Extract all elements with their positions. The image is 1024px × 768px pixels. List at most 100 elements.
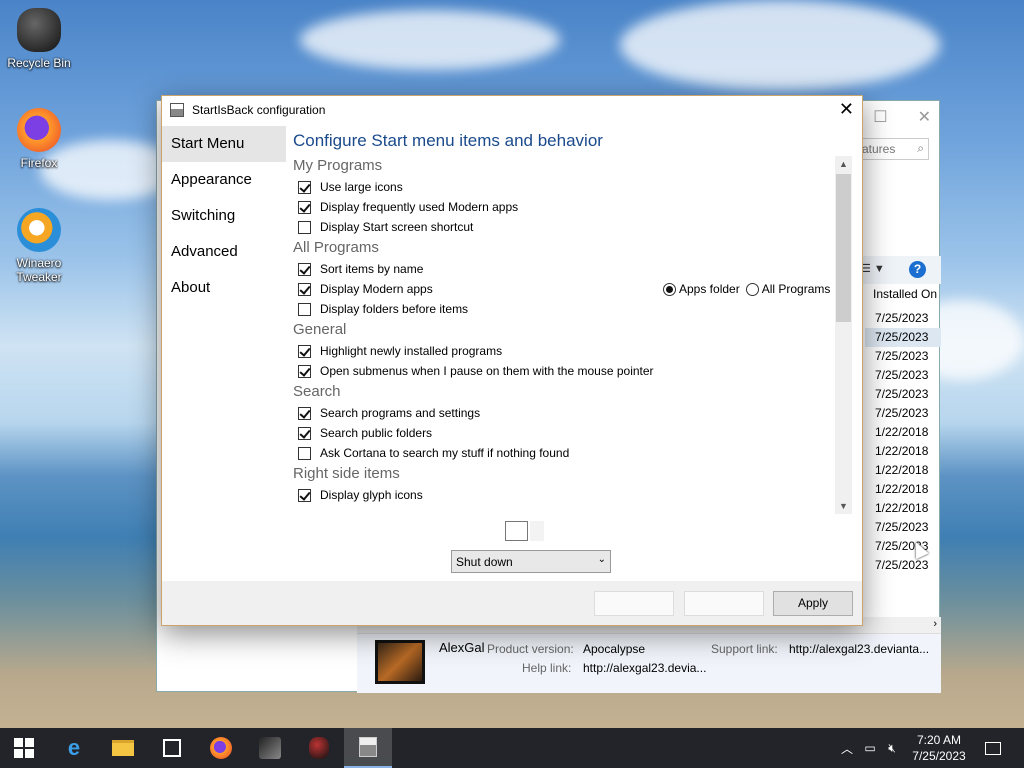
checkbox[interactable] [298,262,311,276]
checkbox[interactable] [298,180,311,194]
taskbar-startisback-config[interactable] [344,728,392,768]
installed-on-cell[interactable]: 7/25/2023 [865,556,941,575]
radio-all-programs[interactable] [745,282,759,296]
taskbar-firefox[interactable] [197,728,245,768]
view-options-icon[interactable]: ☰ ▼ [861,262,885,275]
section-right-side-items: Right side items [293,465,400,482]
power-button-action-select[interactable]: Shut down ⌄ [451,550,611,573]
chevron-up-icon[interactable]: ︿ [838,728,856,768]
help-link-label: Help link: [522,661,572,675]
option-label: Display glyph icons [320,488,423,502]
option-highlight-new-programs[interactable]: Highlight newly installed programs [293,341,853,361]
dialog-title: StartIsBack configuration [192,103,326,117]
installed-on-cell[interactable]: 1/22/2018 [865,423,941,442]
volume-muted-icon[interactable]: 🔇︎ [882,728,902,768]
desktop-icon-label: Recycle Bin [7,56,71,70]
option-start-screen-shortcut[interactable]: Display Start screen shortcut [293,217,853,237]
section-my-programs: My Programs [293,157,383,174]
ok-button[interactable] [594,591,674,616]
option-use-large-icons[interactable]: Use large icons [293,177,853,197]
chevron-up-icon[interactable]: ▲ [839,159,848,169]
radio-label: Apps folder [679,282,740,296]
help-icon[interactable]: ? [909,261,926,278]
desktop-icon-recycle-bin[interactable]: Recycle Bin [1,8,77,70]
option-label: Display Modern apps [320,282,433,296]
close-icon[interactable]: ✕ [918,109,931,126]
checkbox[interactable] [298,282,311,296]
window-controls[interactable]: ☐ ✕ [873,107,931,127]
option-search-programs[interactable]: Search programs and settings [293,403,853,423]
taskbar-store[interactable] [148,728,196,768]
installed-on-cell[interactable]: 7/25/2023 [865,518,941,537]
option-ask-cortana[interactable]: Ask Cortana to search my stuff if nothin… [293,443,853,463]
close-icon[interactable]: ✕ [839,99,854,120]
installed-on-cell[interactable]: 7/25/2023 [865,404,941,423]
search-input[interactable]: atures ⌕ [857,138,929,160]
checkbox[interactable] [298,344,311,358]
help-link[interactable]: http://alexgal23.devia... [583,661,706,675]
swatch-shadow [530,521,544,541]
installed-on-cell[interactable]: 1/22/2018 [865,442,941,461]
taskbar-file-explorer[interactable] [99,728,147,768]
installed-on-cell[interactable]: 7/25/2023 [865,385,941,404]
installed-on-cell[interactable]: 7/25/2023 [865,537,941,556]
nav-item-switching[interactable]: Switching [162,198,286,234]
chevron-right-icon[interactable]: › [933,618,937,630]
option-label: Sort items by name [320,262,424,276]
installed-on-cell[interactable]: 7/25/2023 [865,328,941,347]
taskbar-edge[interactable]: e [50,728,98,768]
cancel-button[interactable] [684,591,764,616]
checkbox[interactable] [298,200,311,214]
nav-item-start-menu[interactable]: Start Menu [162,126,286,162]
checkbox[interactable] [298,364,311,378]
option-search-public-folders[interactable]: Search public folders [293,423,853,443]
desktop-icon-firefox[interactable]: Firefox [1,108,77,170]
option-frequent-modern-apps[interactable]: Display frequently used Modern apps [293,197,853,217]
option-open-submenus[interactable]: Open submenus when I pause on them with … [293,361,853,381]
installed-on-cell[interactable]: 7/25/2023 [865,347,941,366]
clock[interactable]: 7:20 AM 7/25/2023 [904,732,974,764]
recycle-bin-icon [17,8,61,52]
installed-on-cell[interactable]: 1/22/2018 [865,499,941,518]
action-center-icon[interactable] [978,728,1008,768]
column-header-installed-on[interactable]: Installed On [873,287,937,301]
checkbox[interactable] [298,302,311,316]
startisback-configuration-dialog: StartIsBack configuration ✕ Start Menu A… [161,95,863,626]
installed-on-cell[interactable]: 7/25/2023 [865,366,941,385]
scrollbar-thumb[interactable] [836,174,851,322]
installed-on-cell[interactable]: 1/22/2018 [865,461,941,480]
option-label: Search programs and settings [320,406,481,420]
checkbox[interactable] [298,426,311,440]
radio-apps-folder[interactable] [663,282,676,296]
checkbox[interactable] [298,220,311,234]
app-icon [309,737,329,759]
checkbox[interactable] [298,488,311,502]
page-heading: Configure Start menu items and behavior [293,131,603,150]
installed-on-cell[interactable]: 7/25/2023 [865,309,941,328]
chevron-down-icon[interactable]: ▼ [839,501,848,511]
option-label: Use large icons [320,180,403,194]
desktop-icon-label: Winaero Tweaker [16,256,62,284]
option-sort-by-name[interactable]: Sort items by name [293,259,853,279]
maximize-icon[interactable]: ☐ [873,109,887,126]
support-link[interactable]: http://alexgal23.devianta... [789,642,929,656]
nav-item-about[interactable]: About [162,270,286,306]
vertical-scrollbar[interactable]: ▲ ▼ [835,156,852,514]
chevron-down-icon: ⌄ [597,554,606,565]
taskbar-recycle-tool[interactable] [295,728,343,768]
start-button[interactable] [0,728,48,768]
option-folders-before-items[interactable]: Display folders before items [293,299,853,319]
network-icon[interactable]: ▭ [860,728,880,768]
nav-item-appearance[interactable]: Appearance [162,162,286,198]
apply-button[interactable]: Apply [773,591,853,616]
nav-item-advanced[interactable]: Advanced [162,234,286,270]
checkbox[interactable] [298,446,311,460]
checkbox[interactable] [298,406,311,420]
installed-on-cell[interactable]: 1/22/2018 [865,480,941,499]
color-swatch[interactable] [505,521,528,541]
desktop-icon-winaero-tweaker[interactable]: Winaero Tweaker [1,208,77,284]
option-display-modern-apps[interactable]: Display Modern apps Apps folder All Prog… [293,279,853,299]
taskbar-tweaker[interactable] [246,728,294,768]
option-label: Display Start screen shortcut [320,220,474,234]
option-glyph-icons[interactable]: Display glyph icons [293,485,853,505]
